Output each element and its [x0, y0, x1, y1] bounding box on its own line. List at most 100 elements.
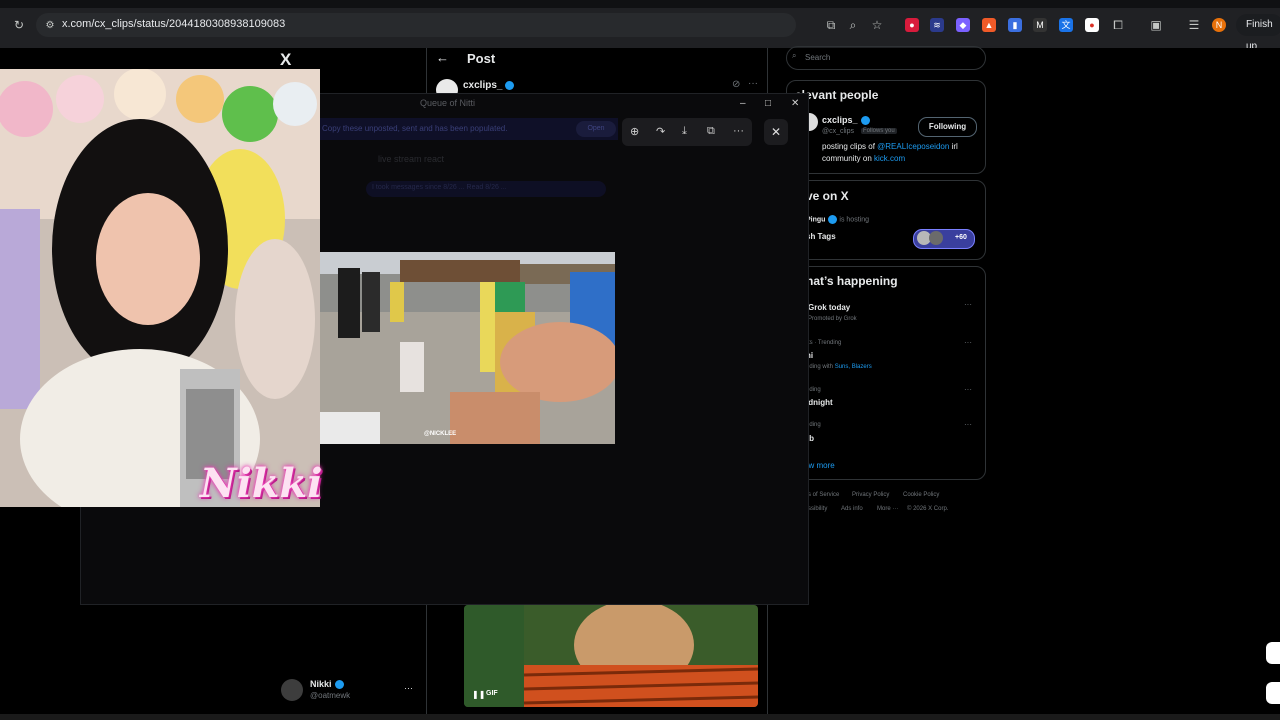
footer-link[interactable]: Cookie Policy: [903, 492, 939, 498]
extension-wave-icon[interactable]: ≋: [930, 18, 944, 32]
extension-blue-icon[interactable]: ▮: [1008, 18, 1022, 32]
gif-badge: GIF: [486, 690, 498, 697]
taskbar-edge: [0, 714, 1280, 720]
url-text[interactable]: x.com/cx_clips/status/204418030893810908…: [62, 18, 285, 30]
trend-title[interactable]: Grok today: [808, 303, 850, 312]
whats-happening-card: [786, 266, 986, 480]
back-arrow-icon[interactable]: ←: [436, 50, 449, 65]
bio-mention-link[interactable]: @REALIceposeidon: [877, 142, 949, 151]
extension-red-icon[interactable]: ●: [905, 18, 919, 32]
verified-badge-icon: [505, 80, 515, 90]
notice-button[interactable]: Open: [576, 121, 616, 137]
footer-link[interactable]: s of Service: [808, 492, 839, 498]
search-placeholder: Search: [805, 53, 831, 62]
bio-text: community on: [822, 154, 875, 163]
live-host[interactable]: Pingu is hosting: [806, 215, 869, 224]
following-button[interactable]: Following: [918, 117, 977, 137]
popup-title: Queue of Nitti: [420, 98, 476, 108]
extension-mk-icon[interactable]: M: [1033, 18, 1047, 32]
more-icon[interactable]: ···: [964, 338, 972, 347]
trend-title[interactable]: idnight: [806, 398, 833, 407]
more-icon[interactable]: ···: [964, 420, 972, 429]
streamer-logo: Nikki: [200, 460, 323, 507]
split-view-icon[interactable]: ▣: [1148, 17, 1164, 33]
close-viewer-icon[interactable]: ✕: [764, 119, 788, 145]
open-external-icon[interactable]: ⧉: [707, 125, 715, 138]
site-settings-icon[interactable]: ⚙: [42, 18, 58, 34]
follows-you-badge: Follows you: [861, 128, 897, 134]
trend-sub-links[interactable]: Suns, Blazers: [835, 364, 872, 370]
account-handle: @oatmewk: [310, 691, 351, 700]
listener-count: +60: [955, 234, 967, 241]
zoom-in-icon[interactable]: ⊕: [630, 125, 639, 138]
reload-icon[interactable]: ↻: [11, 17, 27, 33]
live-title: ve on X: [806, 189, 849, 203]
more-icon[interactable]: ···: [404, 683, 413, 693]
extension-badge-icon[interactable]: ●: [1085, 18, 1099, 32]
share-icon[interactable]: ↷: [656, 125, 665, 138]
finish-update-button[interactable]: Finish up: [1236, 14, 1280, 52]
maximize-icon[interactable]: □: [765, 98, 771, 109]
footer-link[interactable]: Ads info: [841, 506, 863, 512]
video-watermark: @NICKLEE: [424, 431, 457, 437]
grok-icon[interactable]: ⊘: [732, 79, 740, 90]
tab-strip: [0, 0, 1280, 8]
webcam-scene: [0, 69, 320, 507]
webcam-overlay: [0, 69, 320, 507]
trend-sub: Promoted by Grok: [808, 316, 857, 322]
space-title[interactable]: sh Tags: [806, 232, 836, 241]
video-frame[interactable]: [320, 252, 615, 444]
post-author[interactable]: cxclips_: [463, 80, 515, 91]
footer-link[interactable]: More ···: [877, 506, 898, 512]
account-name-text: Nikki: [310, 679, 332, 689]
trend-context: rts · Trending: [806, 340, 842, 346]
chat-header: live stream react: [378, 154, 445, 164]
whats-happening-title: hat’s happening: [806, 274, 898, 288]
notice-text: Copy these unposted, sent and has been p…: [322, 124, 508, 133]
message-text: I took messages since 8/26 ... Read 8/26…: [372, 184, 507, 191]
more-icon[interactable]: ···: [964, 300, 972, 309]
extension-translate-icon[interactable]: 文: [1059, 18, 1073, 32]
account-name[interactable]: Nikki: [310, 679, 344, 690]
trend-sub: nding with Suns, Blazers: [806, 364, 872, 370]
footer-copyright: © 2026 X Corp.: [907, 506, 949, 512]
footer-link[interactable]: Privacy Policy: [852, 492, 889, 498]
extension-orange-icon[interactable]: ▲: [982, 18, 996, 32]
x-logo[interactable]: X: [280, 50, 291, 70]
page-title: Post: [467, 51, 496, 66]
more-icon[interactable]: ···: [733, 125, 744, 137]
bio-text: irl: [949, 142, 958, 151]
profile-avatar-icon[interactable]: N: [1212, 18, 1226, 32]
zoom-icon[interactable]: ⌕: [845, 17, 861, 33]
verified-badge-icon: [860, 116, 870, 126]
person-handle: @cx_clips: [822, 128, 855, 135]
minimize-icon[interactable]: –: [740, 98, 746, 109]
bio-text: posting clips of: [822, 142, 878, 151]
host-status: is hosting: [839, 216, 869, 224]
trend-sub-text: nding with: [806, 364, 835, 370]
video-scene: [320, 252, 615, 444]
gif-preview[interactable]: [464, 605, 758, 707]
avatar: [929, 231, 943, 245]
bio-link[interactable]: kick.com: [874, 154, 905, 163]
verified-badge-icon: [334, 680, 344, 690]
download-icon[interactable]: ⤓: [682, 125, 687, 138]
more-icon[interactable]: ···: [748, 78, 758, 89]
footer-link[interactable]: ssibility: [808, 506, 827, 512]
more-icon[interactable]: ···: [964, 385, 972, 394]
install-icon[interactable]: ⧉: [823, 17, 839, 33]
search-icon: ⌕: [792, 51, 797, 60]
messages-icon[interactable]: [1266, 682, 1280, 704]
gif-scene: [464, 605, 758, 707]
reading-list-icon[interactable]: ☰: [1186, 17, 1202, 33]
author-name: cxclips_: [463, 80, 503, 91]
chat-bubble-icon[interactable]: [1266, 642, 1280, 664]
bookmark-star-icon[interactable]: ☆: [869, 17, 885, 33]
person-bio: posting clips of @REALIceposeidon irl: [822, 142, 958, 151]
pause-icon[interactable]: ❚❚: [472, 690, 485, 699]
extensions-puzzle-icon[interactable]: ⧠: [1110, 17, 1126, 33]
extension-purple-icon[interactable]: ◆: [956, 18, 970, 32]
person-name[interactable]: cxclips_: [822, 115, 870, 126]
avatar[interactable]: [281, 679, 303, 701]
close-window-icon[interactable]: ✕: [791, 98, 799, 109]
